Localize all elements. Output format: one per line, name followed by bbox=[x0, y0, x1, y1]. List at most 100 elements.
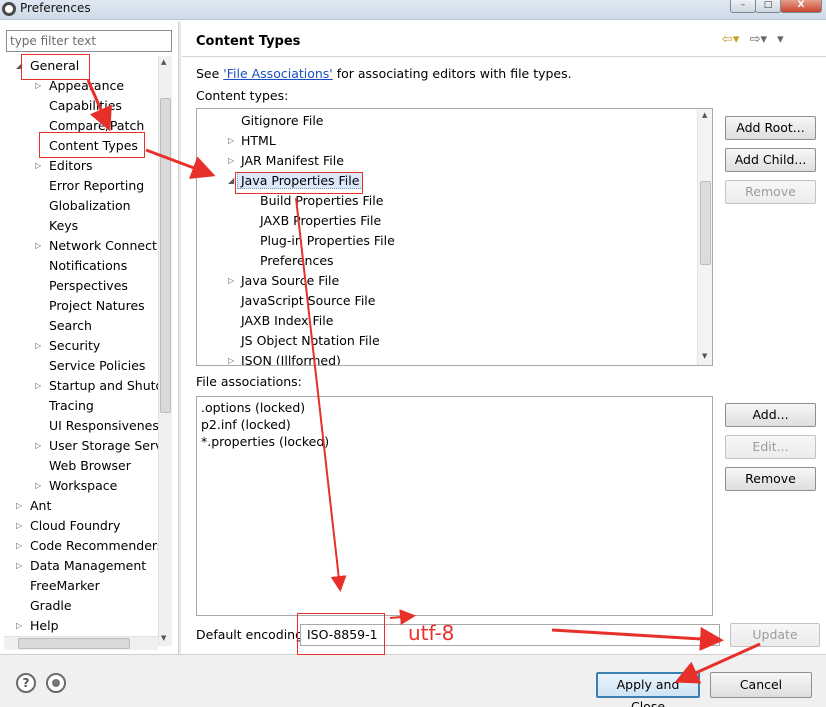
tree-item-search[interactable]: Search bbox=[49, 316, 92, 336]
tree-item-code-recommenders[interactable]: ▷ Code Recommenders bbox=[16, 536, 158, 556]
content-type-jaxb-properties-file[interactable]: JAXB Properties File bbox=[260, 211, 381, 231]
tree-item-label: Workspace bbox=[49, 478, 118, 493]
scroll-down-icon[interactable]: ▼ bbox=[702, 352, 707, 360]
tree-item-label: Notifications bbox=[49, 258, 128, 273]
tree-item-service-policies[interactable]: Service Policies bbox=[49, 356, 145, 376]
collapsed-arrow-icon[interactable]: ▷ bbox=[35, 476, 41, 495]
tree-item-keys[interactable]: Keys bbox=[49, 216, 78, 236]
remove-type-button[interactable]: Remove bbox=[725, 180, 816, 204]
tree-item-ant[interactable]: ▷ Ant bbox=[16, 496, 51, 516]
import-export-icon[interactable] bbox=[46, 673, 66, 693]
help-icon[interactable]: ? bbox=[16, 673, 36, 693]
tree-item-label: Appearance bbox=[49, 78, 125, 93]
file-association-item[interactable]: .options (locked) bbox=[201, 399, 305, 416]
content-type-gitignore-file[interactable]: Gitignore File bbox=[241, 111, 323, 131]
content-type-javascript-source-file[interactable]: JavaScript Source File bbox=[241, 291, 375, 311]
tree-item-label: Security bbox=[49, 338, 101, 353]
collapsed-arrow-icon[interactable]: ▷ bbox=[228, 131, 234, 150]
collapsed-arrow-icon[interactable]: ▷ bbox=[35, 156, 41, 175]
content-type-jar-manifest-file[interactable]: ▷ JAR Manifest File bbox=[228, 151, 344, 171]
tree-item-notifications[interactable]: Notifications bbox=[49, 256, 127, 276]
file-associations-link[interactable]: 'File Associations' bbox=[223, 66, 332, 81]
content-type-java-source-file[interactable]: ▷ Java Source File bbox=[228, 271, 339, 291]
scroll-down-icon[interactable]: ▼ bbox=[161, 634, 166, 642]
content-type-build-properties-file[interactable]: Build Properties File bbox=[260, 191, 383, 211]
file-association-item[interactable]: *.properties (locked) bbox=[201, 433, 329, 450]
tree-item-editors[interactable]: ▷ Editors bbox=[35, 156, 93, 176]
nav-forward-icon[interactable]: ⇨▾ bbox=[750, 32, 767, 47]
tree-item-user-storage-service[interactable]: ▷ User Storage Service bbox=[35, 436, 158, 456]
content-types-scrollbar[interactable]: ▲ ▼ bbox=[697, 109, 712, 365]
filter-input[interactable] bbox=[6, 30, 172, 52]
tree-item-ui-responsiveness[interactable]: UI Responsiveness bbox=[49, 416, 158, 436]
tree-item-capabilities[interactable]: Capabilities bbox=[49, 96, 122, 116]
collapsed-arrow-icon[interactable]: ▷ bbox=[228, 271, 234, 290]
collapsed-arrow-icon[interactable]: ▷ bbox=[16, 496, 22, 515]
tree-item-help[interactable]: ▷ Help bbox=[16, 616, 59, 636]
content-type-preferences[interactable]: Preferences bbox=[260, 251, 334, 271]
minimize-button[interactable]: – bbox=[730, 0, 756, 13]
content-types-tree: ▷ JSON (Illformed) JS Object Notation File… bbox=[196, 108, 713, 366]
scroll-up-icon[interactable]: ▲ bbox=[161, 58, 166, 66]
collapsed-arrow-icon[interactable]: ▷ bbox=[16, 516, 22, 535]
close-button[interactable]: X bbox=[780, 0, 822, 13]
maximize-button[interactable]: □ bbox=[755, 0, 781, 13]
see-file-associations-text: See 'File Associations' for associating … bbox=[196, 66, 572, 81]
menu-down-icon[interactable]: ▾ bbox=[777, 32, 784, 47]
tree-vertical-scrollbar[interactable]: ▲ ▼ bbox=[158, 56, 172, 646]
scroll-thumb[interactable] bbox=[700, 181, 711, 265]
tree-item-project-natures[interactable]: Project Natures bbox=[49, 296, 145, 316]
expanded-arrow-icon[interactable]: ◢ bbox=[228, 171, 234, 190]
collapsed-arrow-icon[interactable]: ▷ bbox=[16, 556, 22, 575]
add-root-button[interactable]: Add Root... bbox=[725, 116, 816, 140]
scroll-thumb[interactable] bbox=[160, 98, 171, 413]
collapsed-arrow-icon[interactable]: ▷ bbox=[35, 336, 41, 355]
tree-item-error-reporting[interactable]: Error Reporting bbox=[49, 176, 144, 196]
tree-item-workspace[interactable]: ▷ Workspace bbox=[35, 476, 118, 496]
content-type-label: Build Properties File bbox=[260, 193, 384, 208]
update-button[interactable]: Update bbox=[730, 623, 820, 647]
tree-item-network-connections[interactable]: ▷ Network Connections bbox=[35, 236, 158, 256]
collapsed-arrow-icon[interactable]: ▷ bbox=[35, 236, 41, 255]
tree-item-globalization[interactable]: Globalization bbox=[49, 196, 131, 216]
collapsed-arrow-icon[interactable]: ▷ bbox=[35, 436, 41, 455]
content-type-jaxb-index-file[interactable]: JAXB Index File bbox=[241, 311, 333, 331]
content-type-js-object-notation-file[interactable]: JS Object Notation File bbox=[241, 331, 380, 351]
scroll-thumb[interactable] bbox=[18, 638, 130, 649]
tree-item-label: Help bbox=[30, 618, 59, 633]
content-type-html[interactable]: ▷ HTML bbox=[228, 131, 276, 151]
tree-horizontal-scrollbar[interactable] bbox=[4, 636, 158, 650]
nav-back-icon[interactable]: ⇦▾ bbox=[722, 32, 739, 47]
collapsed-arrow-icon[interactable]: ▷ bbox=[16, 536, 22, 555]
tree-item-freemarker[interactable]: FreeMarker bbox=[30, 576, 100, 596]
tree-item-label: Tracing bbox=[49, 398, 94, 413]
tree-item-perspectives[interactable]: Perspectives bbox=[49, 276, 128, 296]
tree-item-label: Perspectives bbox=[49, 278, 128, 293]
add-child-button[interactable]: Add Child... bbox=[725, 148, 816, 172]
panel-divider[interactable] bbox=[178, 22, 181, 654]
scroll-up-icon[interactable]: ▲ bbox=[702, 111, 707, 119]
tree-item-gradle[interactable]: Gradle bbox=[30, 596, 72, 616]
tree-item-data-management[interactable]: ▷ Data Management bbox=[16, 556, 146, 576]
tree-item-security[interactable]: ▷ Security bbox=[35, 336, 101, 356]
apply-and-close-button[interactable]: Apply and Close bbox=[596, 672, 700, 707]
tree-item-label: Web Browser bbox=[49, 458, 131, 473]
tree-item-cloud-foundry[interactable]: ▷ Cloud Foundry bbox=[16, 516, 120, 536]
collapsed-arrow-icon[interactable]: ▷ bbox=[16, 616, 22, 635]
edit-association-button[interactable]: Edit... bbox=[725, 435, 816, 459]
content-type-json-illformed-[interactable]: ▷ JSON (Illformed) bbox=[228, 351, 341, 366]
collapsed-arrow-icon[interactable]: ▷ bbox=[228, 151, 234, 170]
content-type-plug-in-properties-file[interactable]: Plug-in Properties File bbox=[260, 231, 395, 251]
tree-item-web-browser[interactable]: Web Browser bbox=[49, 456, 131, 476]
collapsed-arrow-icon[interactable]: ▷ bbox=[228, 351, 234, 365]
content-types-label: Content types: bbox=[196, 88, 289, 103]
content-type-label: JSON (Illformed) bbox=[241, 353, 341, 366]
tree-item-label: FreeMarker bbox=[30, 578, 100, 593]
file-association-item[interactable]: p2.inf (locked) bbox=[201, 416, 291, 433]
collapsed-arrow-icon[interactable]: ▷ bbox=[35, 376, 41, 395]
tree-item-tracing[interactable]: Tracing bbox=[49, 396, 94, 416]
tree-item-startup-and-shutdown[interactable]: ▷ Startup and Shutdown bbox=[35, 376, 158, 396]
remove-association-button[interactable]: Remove bbox=[725, 467, 816, 491]
add-association-button[interactable]: Add... bbox=[725, 403, 816, 427]
cancel-button[interactable]: Cancel bbox=[710, 672, 812, 698]
